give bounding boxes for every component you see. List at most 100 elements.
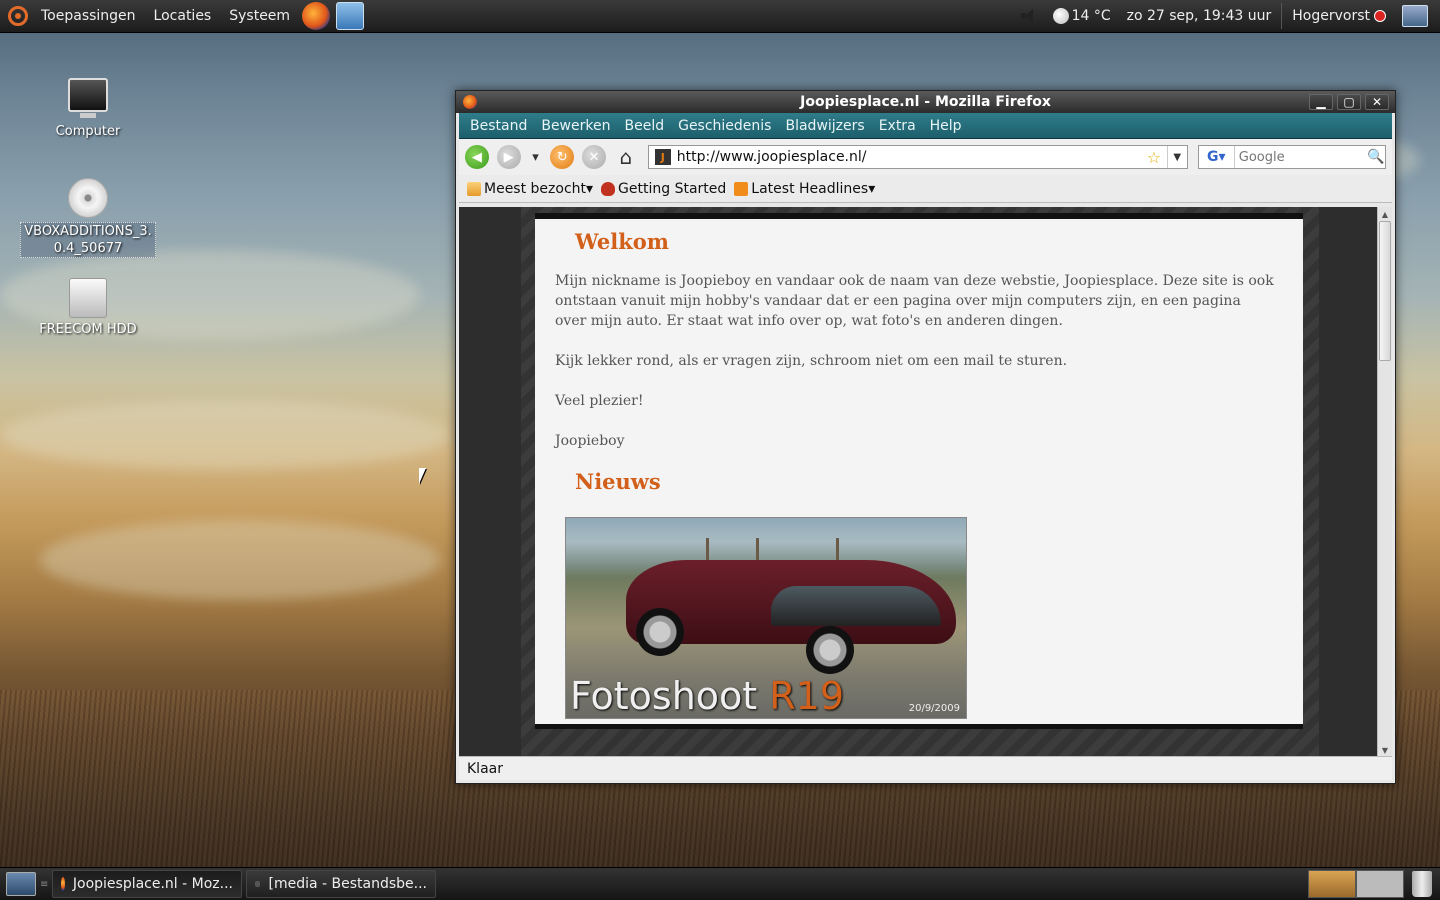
mail-launcher-icon[interactable] — [336, 2, 365, 30]
bookmark-star-icon[interactable]: ☆ — [1147, 148, 1167, 167]
url-bar[interactable]: J http://www.joopiesplace.nl/ ☆ ▼ — [647, 145, 1188, 169]
menu-system[interactable]: Systeem — [220, 0, 299, 32]
desktop-icon-freecom-hdd[interactable]: FREECOM HDD — [20, 278, 156, 337]
weather-applet[interactable]: 14 °C — [1045, 0, 1119, 32]
menu-bewerken[interactable]: Bewerken — [534, 118, 617, 134]
site-favicon-icon: J — [654, 149, 671, 165]
ubuntu-logo-icon — [8, 6, 28, 26]
desktop-icon-computer[interactable]: Computer — [20, 78, 156, 139]
bookmark-latest-headlines[interactable]: Latest Headlines ▾ — [730, 181, 879, 197]
bookmarks-toolbar: Meest bezocht ▾ Getting Started Latest He… — [459, 175, 1392, 203]
panel-handle[interactable]: ≡ — [40, 879, 48, 890]
news-date: 20/9/2009 — [908, 703, 960, 714]
forward-button[interactable]: ▶ — [496, 145, 521, 169]
search-engine-icon[interactable]: G▾ — [1199, 146, 1235, 168]
wallpaper-cloud — [40, 520, 440, 600]
vertical-scrollbar[interactable]: ▲ ▼ — [1377, 207, 1392, 757]
url-text[interactable]: http://www.joopiesplace.nl/ — [677, 149, 1147, 165]
file-browser-task-icon — [255, 881, 261, 887]
panel-separator — [1281, 3, 1283, 29]
network-icon — [1402, 5, 1428, 27]
cd-icon — [68, 178, 108, 218]
reload-button[interactable]: ↻ — [550, 145, 575, 169]
scroll-up-button[interactable]: ▲ — [1378, 207, 1392, 221]
scroll-down-button[interactable]: ▼ — [1378, 743, 1392, 757]
page-viewport[interactable]: Welkom Mijn nickname is Joopieboy en van… — [459, 207, 1392, 757]
user-switcher[interactable]: Hogervorst — [1284, 0, 1394, 32]
firefox-bookmark-icon — [601, 181, 616, 196]
news-caption-highlight: R19 — [769, 674, 845, 718]
workspace-switcher — [1308, 870, 1404, 898]
clock[interactable]: zo 27 sep, 19:43 uur — [1119, 0, 1280, 32]
maximize-button[interactable]: ▢ — [1337, 94, 1361, 110]
workspace-2[interactable] — [1356, 870, 1404, 898]
menu-bladwijzers[interactable]: Bladwijzers — [778, 118, 871, 134]
car-wheel — [806, 626, 854, 674]
main-menu: Toepassingen Locaties Systeem — [0, 0, 367, 32]
status-bar: Klaar — [459, 756, 1392, 780]
menu-places[interactable]: Locaties — [145, 0, 221, 32]
bookmark-label: Getting Started — [618, 180, 727, 197]
menu-extra[interactable]: Extra — [872, 118, 923, 134]
search-bar[interactable]: G▾ 🔍 — [1197, 145, 1387, 169]
hdd-icon — [69, 278, 107, 318]
bookmark-label: Meest bezocht — [484, 180, 587, 197]
scrollbar-thumb[interactable] — [1379, 221, 1391, 361]
menu-bestand[interactable]: Bestand — [463, 118, 534, 134]
stop-button[interactable]: ✕ — [582, 145, 606, 169]
mouse-cursor-icon — [419, 468, 426, 484]
news-image-fotoshoot[interactable]: Fotoshoot R19 20/9/2009 — [565, 517, 967, 719]
firefox-launcher-icon[interactable] — [302, 2, 331, 30]
url-dropdown-button[interactable]: ▼ — [1166, 146, 1187, 168]
user-status-icon — [1374, 10, 1386, 22]
desktop-icon-vboxadditions[interactable]: VBOXADDITIONS_3.0.4_50677 — [20, 178, 156, 258]
volume-control[interactable] — [1013, 0, 1045, 32]
minimize-button[interactable]: ▁ — [1309, 94, 1333, 110]
taskbar-item-file-browser[interactable]: [media - Bestandsbe... — [246, 870, 436, 898]
trash-icon[interactable] — [1412, 871, 1432, 897]
home-button[interactable]: ⌂ — [614, 145, 638, 169]
weather-temperature: 14 °C — [1071, 8, 1111, 24]
weather-icon — [1052, 8, 1069, 24]
task-label: Joopiesplace.nl - Moz... — [72, 876, 233, 892]
bookmark-label: Latest Headlines — [751, 180, 869, 197]
bookmark-getting-started[interactable]: Getting Started — [597, 181, 730, 197]
signature-paragraph: Joopieboy — [555, 433, 625, 449]
taskbar-item-firefox[interactable]: Joopiesplace.nl - Moz... — [52, 870, 242, 898]
workspace-1[interactable] — [1308, 870, 1356, 898]
search-input[interactable] — [1234, 149, 1368, 165]
menu-beeld[interactable]: Beeld — [617, 118, 671, 134]
show-desktop-button[interactable] — [6, 872, 36, 896]
menu-geschiedenis[interactable]: Geschiedenis — [671, 118, 778, 134]
top-panel: Toepassingen Locaties Systeem 14 °C zo 2… — [0, 0, 1440, 33]
user-name: Hogervorst — [1292, 8, 1370, 24]
rss-icon — [734, 181, 749, 196]
volume-icon — [1020, 9, 1037, 23]
firefox-task-icon — [61, 877, 65, 891]
firefox-window: Joopiesplace.nl - Mozilla Firefox ▁ ▢ ✕ … — [455, 90, 1396, 784]
menu-help[interactable]: Help — [923, 118, 969, 134]
bottom-panel: ≡ Joopiesplace.nl - Moz... [media - Best… — [0, 867, 1440, 900]
window-titlebar[interactable]: Joopiesplace.nl - Mozilla Firefox ▁ ▢ ✕ — [456, 91, 1395, 113]
computer-icon — [68, 78, 108, 118]
navigation-toolbar: ◀ ▶ ▾ ↻ ✕ ⌂ J http://www.joopiesplace.nl… — [459, 139, 1392, 175]
system-tray: 14 °C zo 27 sep, 19:43 uur Hogervorst — [1013, 0, 1440, 32]
menu-applications[interactable]: Toepassingen — [32, 0, 145, 32]
search-icon[interactable]: 🔍 — [1367, 149, 1385, 165]
back-button[interactable]: ◀ — [465, 145, 489, 169]
close-button[interactable]: ✕ — [1365, 94, 1389, 110]
folder-icon — [467, 181, 481, 196]
car-wheel — [636, 608, 684, 656]
welcome-heading: Welkom — [575, 229, 669, 254]
greeting-paragraph: Veel plezier! — [555, 393, 644, 409]
intro-paragraph: Mijn nickname is Joopieboy en vandaar oo… — [555, 273, 1274, 329]
bookmark-most-visited[interactable]: Meest bezocht ▾ — [463, 181, 597, 197]
network-applet[interactable] — [1394, 0, 1440, 32]
window-title: Joopiesplace.nl - Mozilla Firefox — [800, 94, 1051, 110]
wallpaper-cloud — [0, 400, 450, 470]
car-window — [771, 586, 941, 626]
desktop-icon-label: VBOXADDITIONS_3.0.4_50677 — [20, 222, 156, 258]
contact-paragraph: Kijk lekker rond, als er vragen zijn, sc… — [555, 353, 1068, 369]
page-content: Welkom Mijn nickname is Joopieboy en van… — [535, 213, 1303, 729]
history-dropdown-button[interactable]: ▾ — [529, 145, 543, 169]
